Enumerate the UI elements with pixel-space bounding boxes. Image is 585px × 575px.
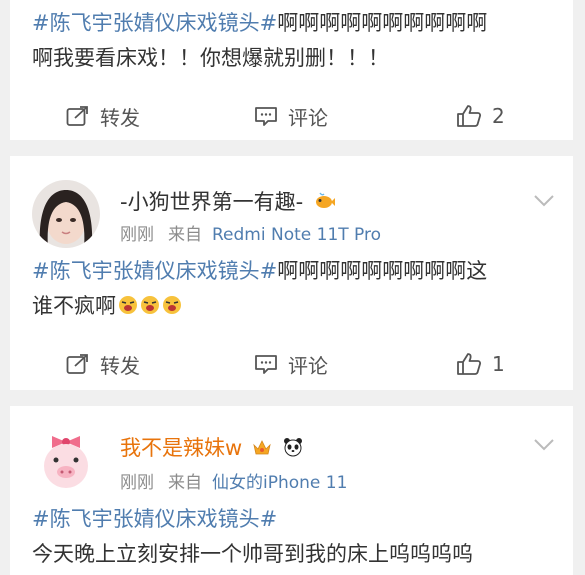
thumbs-up-icon: [457, 105, 482, 127]
thumbs-up-icon: [457, 353, 482, 375]
repost-icon: [66, 106, 88, 126]
post-source: Redmi Note 11T Pro: [212, 225, 382, 245]
post-source: 仙女的iPhone 11: [212, 473, 348, 493]
post-time: 刚刚: [120, 473, 154, 493]
avatar[interactable]: [30, 420, 102, 492]
repost-icon: [66, 354, 88, 374]
hashtag-link[interactable]: #陈飞宇张婧仪床戏镜头#: [32, 11, 277, 35]
like-button[interactable]: 2: [456, 104, 505, 128]
post-card: -小狗世界第一有趣- 刚刚 来自 Redmi Note 11T Pro #陈飞宇张婧…: [10, 156, 573, 390]
username[interactable]: -小狗世界第一有趣-: [120, 186, 336, 216]
post-text: #陈飞宇张婧仪床戏镜头# 今天晚上立刻安排一个帅哥到我的床上呜呜呜呜: [32, 507, 473, 566]
comment-button[interactable]: 评论: [254, 102, 328, 131]
post-actions: 转发 评论 1: [10, 344, 573, 384]
post-meta: 刚刚 来自 仙女的iPhone 11: [120, 473, 348, 493]
comment-button[interactable]: 评论: [254, 350, 328, 379]
chevron-down-icon[interactable]: [533, 194, 555, 208]
comment-icon: [255, 107, 277, 126]
repost-button[interactable]: 转发: [66, 350, 140, 379]
username[interactable]: 我不是辣妹w: [120, 432, 304, 462]
like-button[interactable]: 1: [456, 352, 505, 376]
crying-emoji-icon: [141, 296, 159, 314]
post-text: #陈飞宇张婧仪床戏镜头#啊啊啊啊啊啊啊啊啊这 谁不疯啊: [32, 259, 488, 318]
avatar[interactable]: [32, 180, 100, 248]
repost-button[interactable]: 转发: [66, 102, 140, 131]
post-card: #陈飞宇张婧仪床戏镜头#啊啊啊啊啊啊啊啊啊啊 啊我要看床戏！！你想爆就别删！！！…: [10, 0, 573, 140]
panda-badge-icon: [283, 438, 302, 457]
crying-emoji-icon: [163, 296, 181, 314]
post-card: 我不是辣妹w 刚刚 来自 仙女的iPhone 11 #陈飞宇张婧仪床戏镜头# 今天晚…: [10, 406, 573, 575]
hashtag-link[interactable]: #陈飞宇张婧仪床戏镜头#: [32, 259, 277, 283]
comment-icon: [255, 355, 277, 374]
post-meta: 刚刚 来自 Redmi Note 11T Pro: [120, 225, 382, 245]
chevron-down-icon[interactable]: [533, 438, 555, 452]
crying-emoji-icon: [119, 296, 137, 314]
post-text: #陈飞宇张婧仪床戏镜头#啊啊啊啊啊啊啊啊啊啊 啊我要看床戏！！你想爆就别删！！！: [32, 11, 488, 70]
crown-badge-icon: [253, 440, 271, 455]
hashtag-link[interactable]: #陈飞宇张婧仪床戏镜头#: [32, 507, 277, 531]
post-time: 刚刚: [120, 225, 154, 245]
fish-badge-icon: [315, 192, 335, 208]
post-actions: 转发 评论 2: [10, 96, 573, 136]
